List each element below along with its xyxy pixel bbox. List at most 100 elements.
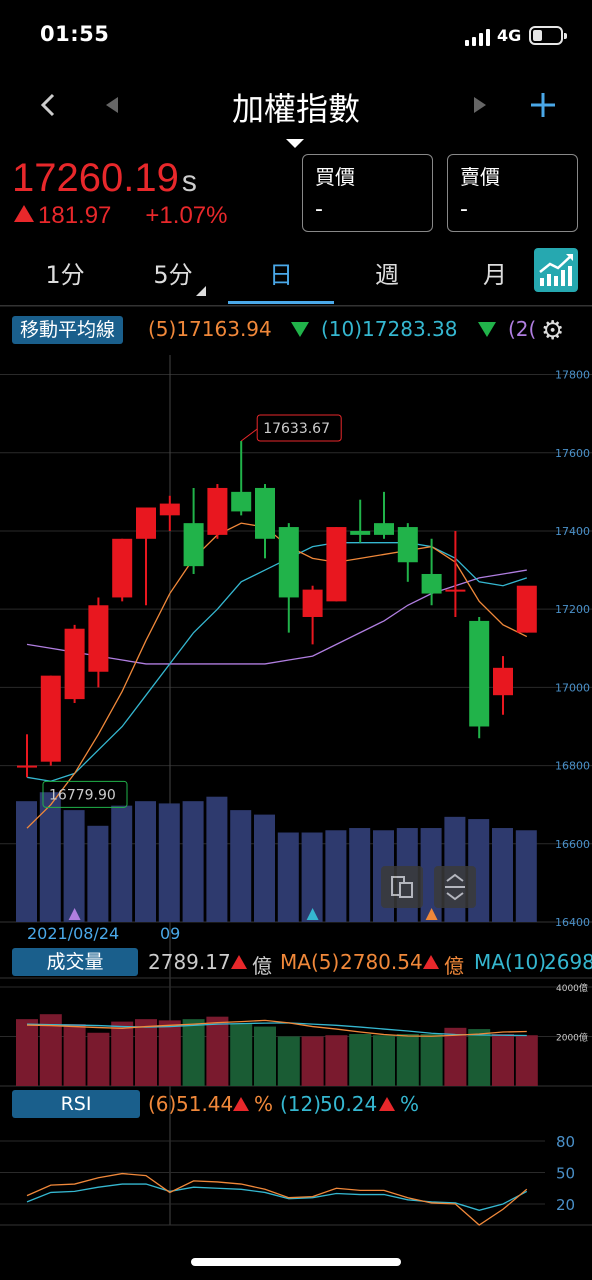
ma-legend-tag[interactable]: 移動平均線 (12, 316, 124, 344)
volume-overlay-bar (325, 830, 347, 922)
status-bar: 01:55 4G (0, 0, 592, 70)
candle-body (469, 620, 490, 727)
rsi-tick-label: 20 (556, 1196, 575, 1214)
next-button[interactable] (468, 80, 492, 130)
ma-legend: 移動平均線 (5)17163.94 (10)17283.38 (2( (0, 314, 592, 346)
rsi-legend: RSI (6) 51.44 % (12) 50.24 % (0, 1088, 592, 1120)
price-tick-label: 17000 (555, 681, 590, 694)
tab-day[interactable]: 日 (236, 254, 326, 296)
tab-week[interactable]: 週 (342, 254, 432, 296)
volume-legend: 成交量 2789.17 億 MA(5) 2780.54 億 MA(10) 269… (0, 946, 592, 978)
volume-bar (135, 1019, 157, 1086)
add-button[interactable] (523, 80, 563, 130)
active-tab-indicator (228, 301, 334, 304)
volume-ma5-unit: 億 (444, 954, 464, 978)
date-label-second: 09 (160, 924, 181, 943)
candle-body (397, 527, 418, 563)
app-root: 01:55 4G 加權指數 17260.19 s 181.97 +1.07% 買價 … (0, 0, 592, 1280)
volume-value: 2789.17 (148, 950, 231, 974)
candle-body (326, 527, 347, 602)
rsi6-value: 51.44 (176, 1092, 234, 1116)
change-value: 181.97 (38, 202, 112, 229)
volume-overlay-bar (277, 832, 299, 922)
ma5-down-icon (291, 322, 309, 337)
rsi-tick-label: 50 (556, 1165, 575, 1183)
candle-body (445, 589, 466, 592)
page-title: 加權指數 (231, 90, 360, 128)
volume-ma5-line (26, 1019, 527, 1037)
volume-bar (396, 1034, 419, 1086)
volume-bar (39, 1014, 62, 1086)
volume-overlay-bar (87, 825, 109, 922)
tab-1min[interactable]: 1分 (20, 254, 110, 296)
resize-panel-button[interactable] (434, 866, 476, 908)
volume-overlay-bar (349, 828, 371, 922)
volume-unit: 億 (252, 954, 272, 978)
ma10-down-icon (478, 322, 496, 337)
volume-bars: 4000億 2000億 (0, 977, 592, 1087)
bid-label: 買價 (315, 165, 355, 189)
rsi6-label: (6) (148, 1092, 177, 1116)
candle-body (88, 605, 109, 672)
volume-bar (230, 1024, 253, 1086)
signal-icon (465, 28, 491, 46)
volume-bar (444, 1027, 467, 1086)
ma5-line (26, 522, 528, 829)
toggle-panel-button[interactable] (381, 866, 423, 908)
high-marker-text: 17633.67 (263, 421, 330, 437)
volume-tag[interactable]: 成交量 (12, 948, 138, 976)
volume-ma10-line (26, 1022, 527, 1037)
dropdown-caret-icon[interactable] (286, 139, 304, 148)
ask-label: 賣價 (460, 165, 500, 189)
volume-overlay-bar (230, 810, 252, 922)
candle-body (493, 667, 513, 696)
rsi-tick-label: 80 (556, 1133, 575, 1151)
rsi-tag[interactable]: RSI (12, 1090, 140, 1118)
candle-body (40, 675, 61, 762)
volume-overlay-bar (111, 805, 133, 922)
candle-body (183, 523, 204, 567)
candle-body (302, 589, 323, 617)
event-marker (306, 908, 319, 920)
bid-value: - (315, 197, 323, 222)
chart-type-button[interactable] (534, 248, 578, 292)
volume-overlay-bar (301, 832, 323, 922)
volume-overlay-bar (182, 801, 204, 922)
settings-gear-icon[interactable]: ⚙ (541, 316, 564, 346)
bid-box: 買價 - (302, 154, 433, 232)
change-percent: +1.07% (145, 202, 228, 229)
high-marker-line (240, 428, 258, 442)
volume-bar (373, 1035, 395, 1086)
candle-body (350, 530, 371, 535)
candle-body (17, 765, 37, 768)
volume-overlay-bar (39, 792, 61, 922)
date-label-first: 2021/08/24 (27, 924, 120, 943)
volume-ma5-label: MA(5) (280, 950, 340, 974)
volume-overlay-bar (135, 801, 156, 922)
home-indicator[interactable] (191, 1258, 401, 1266)
volume-bar (515, 1035, 538, 1086)
volume-bar (349, 1034, 372, 1086)
next-triangle-icon (474, 97, 486, 113)
volume-bar (325, 1035, 348, 1086)
candles (17, 441, 537, 778)
price-tick-label: 16400 (555, 916, 590, 929)
candle-body (112, 538, 133, 598)
rsi12-label: (12) (280, 1092, 322, 1116)
clock: 01:55 (40, 22, 110, 46)
volume-bar (111, 1021, 134, 1086)
volume-bar (468, 1029, 491, 1086)
tab-month[interactable]: 月 (450, 254, 540, 296)
volume-up-icon (231, 955, 247, 969)
price-tick-label: 17800 (555, 369, 590, 382)
axis-labels: 17800 17600 17400 17200 17000 16800 16600 16400… (42, 369, 590, 929)
volume-ma5-value: 2780.54 (340, 950, 423, 974)
price-tick-label: 17600 (555, 447, 590, 460)
volume-bar (420, 1034, 443, 1086)
candle-body (255, 487, 275, 539)
volume-overlay-bar (158, 803, 180, 922)
volume-bar (158, 1020, 181, 1086)
rsi12-line (26, 1183, 528, 1211)
volume-overlay-bar (16, 801, 37, 922)
rsi12-value: 50.24 (320, 1092, 378, 1116)
